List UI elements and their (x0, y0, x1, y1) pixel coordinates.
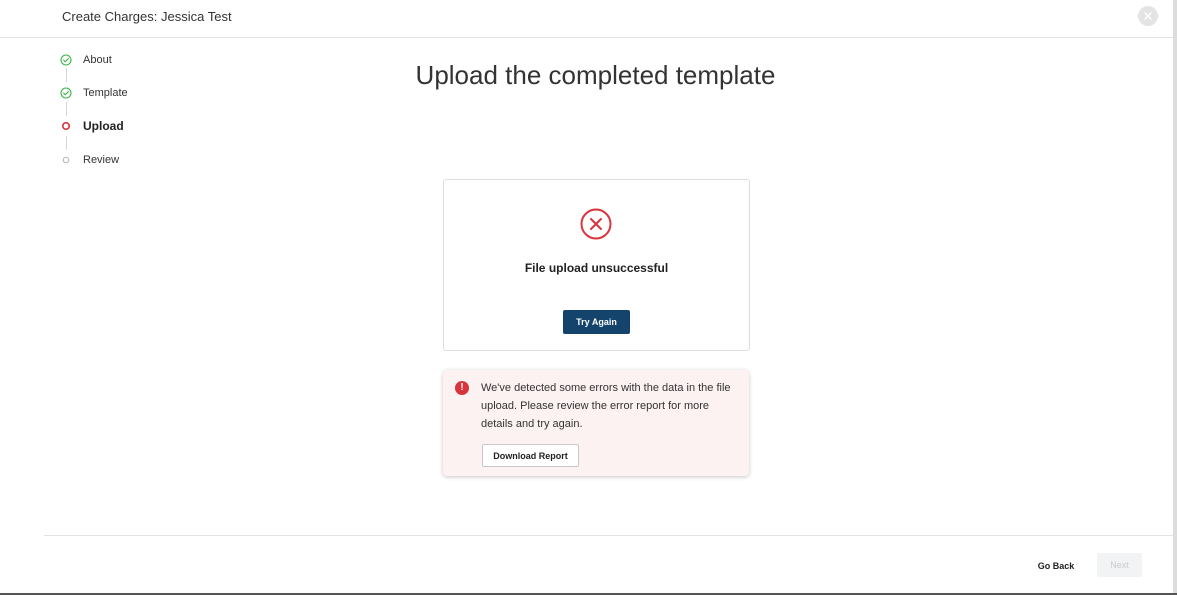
close-icon (1144, 12, 1152, 20)
modal-header: Create Charges: Jessica Test (0, 0, 1173, 38)
step-review[interactable]: Review (58, 150, 119, 170)
stepper-connector (66, 102, 67, 116)
modal-title: Create Charges: Jessica Test (62, 9, 232, 24)
pending-step-dot-icon (58, 152, 74, 168)
step-upload[interactable]: Upload (58, 116, 124, 136)
upload-status-message: File upload unsuccessful (524, 261, 669, 275)
close-button[interactable] (1138, 6, 1158, 26)
next-button[interactable]: Next (1097, 553, 1142, 577)
exclamation-icon: ! (455, 381, 469, 395)
alert-message: We've detected some errors with the data… (481, 382, 731, 430)
stepper-connector (66, 136, 67, 150)
upload-result-card: File upload unsuccessful Try Again (443, 179, 750, 351)
step-label: Review (83, 154, 120, 166)
download-report-button[interactable]: Download Report (482, 444, 579, 467)
page-title: Upload the completed template (415, 60, 776, 90)
error-x-circle-icon (580, 208, 612, 240)
footer-divider (44, 535, 1173, 536)
error-alert: ! We've detected some errors with the da… (443, 370, 749, 476)
try-again-button[interactable]: Try Again (563, 310, 630, 334)
active-step-dot-icon (58, 118, 74, 134)
go-back-button[interactable]: Go Back (1030, 556, 1082, 576)
step-label: Upload (83, 119, 124, 133)
